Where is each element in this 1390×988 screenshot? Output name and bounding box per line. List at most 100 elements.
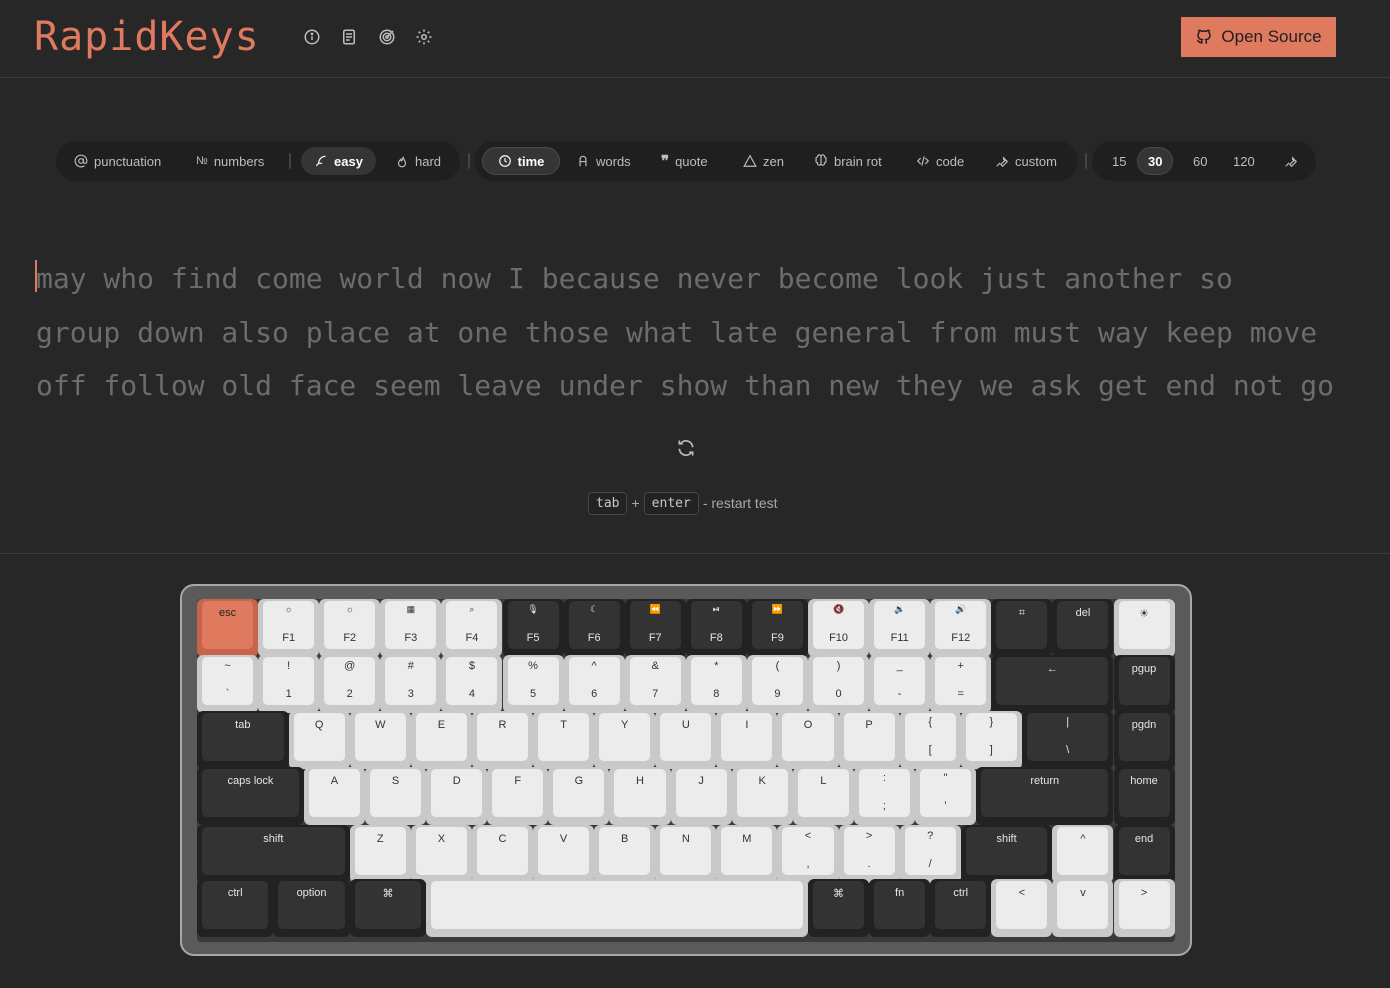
key[interactable]: v bbox=[1052, 879, 1114, 937]
easy-toggle[interactable]: easy bbox=[301, 147, 376, 175]
duration-30[interactable]: 30 bbox=[1137, 147, 1174, 175]
key[interactable]: > bbox=[1113, 879, 1175, 937]
key[interactable]: ☼ F1 bbox=[258, 599, 320, 657]
key[interactable]: ctrl bbox=[197, 879, 274, 937]
duration-120[interactable]: 120 bbox=[1223, 147, 1265, 175]
restart-button[interactable] bbox=[676, 438, 696, 458]
key[interactable]: caps lock bbox=[197, 767, 304, 825]
key[interactable]: R bbox=[471, 711, 534, 769]
key[interactable]: S bbox=[365, 767, 427, 825]
key[interactable]: V bbox=[533, 825, 595, 883]
key[interactable]: esc bbox=[197, 599, 259, 657]
key[interactable]: ⌘ bbox=[808, 879, 870, 937]
key[interactable]: pgup bbox=[1113, 655, 1175, 713]
key[interactable]: H bbox=[609, 767, 671, 825]
key[interactable]: * 8 bbox=[685, 655, 747, 713]
key[interactable]: :; bbox=[853, 767, 915, 825]
key[interactable]: <, bbox=[777, 825, 839, 883]
key[interactable]: % 5 bbox=[502, 655, 564, 713]
key[interactable]: tab bbox=[197, 711, 289, 769]
key[interactable]: {[ bbox=[899, 711, 961, 769]
zen-mode[interactable]: zen bbox=[733, 147, 794, 175]
key[interactable]: Y bbox=[594, 711, 656, 769]
key[interactable]: I bbox=[716, 711, 778, 769]
key[interactable]: 🔉 F11 bbox=[869, 599, 931, 657]
key[interactable]: ⏯ F8 bbox=[685, 599, 747, 657]
key[interactable]: ⌕ F4 bbox=[441, 599, 503, 657]
numbers-toggle[interactable]: № numbers bbox=[186, 147, 274, 175]
key[interactable]: D bbox=[426, 767, 488, 825]
key[interactable]: 🎙 F5 bbox=[502, 599, 564, 657]
key[interactable]: 🔊 F12 bbox=[930, 599, 992, 657]
key[interactable]: U bbox=[655, 711, 717, 769]
key[interactable]: & 7 bbox=[624, 655, 686, 713]
code-mode[interactable]: code bbox=[906, 147, 974, 175]
key[interactable]: Z bbox=[349, 825, 411, 883]
duration-15[interactable]: 15 bbox=[1102, 147, 1136, 175]
quote-mode[interactable]: ❞ quote bbox=[651, 147, 718, 175]
info-icon[interactable] bbox=[303, 28, 321, 46]
key[interactable]: N bbox=[655, 825, 717, 883]
key[interactable]: }] bbox=[960, 711, 1022, 769]
key[interactable]: + = bbox=[930, 655, 992, 713]
brain-rot-mode[interactable]: brain rot bbox=[804, 147, 892, 175]
key[interactable]: home bbox=[1113, 767, 1175, 825]
key[interactable]: ^ 6 bbox=[563, 655, 625, 713]
key[interactable]: X bbox=[410, 825, 472, 883]
time-mode[interactable]: time bbox=[482, 147, 560, 175]
key[interactable]: _ - bbox=[869, 655, 931, 713]
logo[interactable]: RapidKeys bbox=[34, 14, 260, 60]
punctuation-toggle[interactable]: punctuation bbox=[64, 147, 171, 175]
key[interactable]: C bbox=[471, 825, 534, 883]
key[interactable]: ~ ` bbox=[197, 655, 259, 713]
key[interactable]: K bbox=[731, 767, 793, 825]
key[interactable]: shift bbox=[960, 825, 1053, 883]
key[interactable]: A bbox=[303, 767, 366, 825]
key[interactable]: ctrl bbox=[930, 879, 992, 937]
key[interactable]: 🔇 F10 bbox=[808, 599, 870, 657]
key[interactable]: ! 1 bbox=[258, 655, 320, 713]
key[interactable]: ☼ F2 bbox=[319, 599, 381, 657]
key[interactable]: ⌘ bbox=[349, 879, 427, 937]
hard-toggle[interactable]: hard bbox=[385, 147, 451, 175]
key[interactable]: < bbox=[991, 879, 1053, 937]
key[interactable]: option bbox=[273, 879, 350, 937]
key[interactable]: return bbox=[976, 767, 1114, 825]
open-source-button[interactable]: Open Source bbox=[1181, 17, 1336, 57]
key[interactable]: @2 bbox=[319, 655, 381, 713]
key[interactable]: E bbox=[410, 711, 472, 769]
key[interactable]: B bbox=[594, 825, 656, 883]
key[interactable]: #3 bbox=[380, 655, 442, 713]
key[interactable]: (9 bbox=[746, 655, 808, 713]
key[interactable]: ▦ F3 bbox=[380, 599, 442, 657]
key[interactable]: fn bbox=[869, 879, 931, 937]
key[interactable]: end bbox=[1113, 825, 1175, 883]
key[interactable]: ) 0 bbox=[808, 655, 870, 713]
key[interactable]: T bbox=[533, 711, 595, 769]
key[interactable]: ⌗ bbox=[991, 599, 1053, 657]
key[interactable]: pgdn bbox=[1113, 711, 1175, 769]
key[interactable]: Q bbox=[288, 711, 350, 769]
key[interactable]: O bbox=[777, 711, 839, 769]
key[interactable]: ? / bbox=[899, 825, 961, 883]
key[interactable]: ⏪ F7 bbox=[624, 599, 686, 657]
key[interactable]: $4 bbox=[441, 655, 503, 713]
key[interactable]: ☀ bbox=[1113, 599, 1175, 657]
target-icon[interactable] bbox=[378, 28, 396, 46]
key[interactable]: ⏩ F9 bbox=[746, 599, 808, 657]
key[interactable]: P bbox=[838, 711, 900, 769]
key[interactable]: F bbox=[487, 767, 549, 825]
key[interactable]: ^ bbox=[1052, 825, 1114, 883]
settings-icon[interactable] bbox=[415, 28, 433, 46]
custom-duration-button[interactable] bbox=[1274, 147, 1308, 175]
key[interactable]: G bbox=[548, 767, 610, 825]
duration-60[interactable]: 60 bbox=[1183, 147, 1217, 175]
key[interactable]: ← bbox=[991, 655, 1114, 713]
key[interactable]: >. bbox=[838, 825, 900, 883]
key[interactable]: W bbox=[349, 711, 411, 769]
key[interactable]: " ' bbox=[914, 767, 977, 825]
words-mode[interactable]: words bbox=[566, 147, 641, 175]
key[interactable]: L bbox=[792, 767, 854, 825]
key[interactable]: ☾ F6 bbox=[563, 599, 625, 657]
typing-area[interactable]: may who find come world now I because ne… bbox=[36, 252, 1356, 413]
